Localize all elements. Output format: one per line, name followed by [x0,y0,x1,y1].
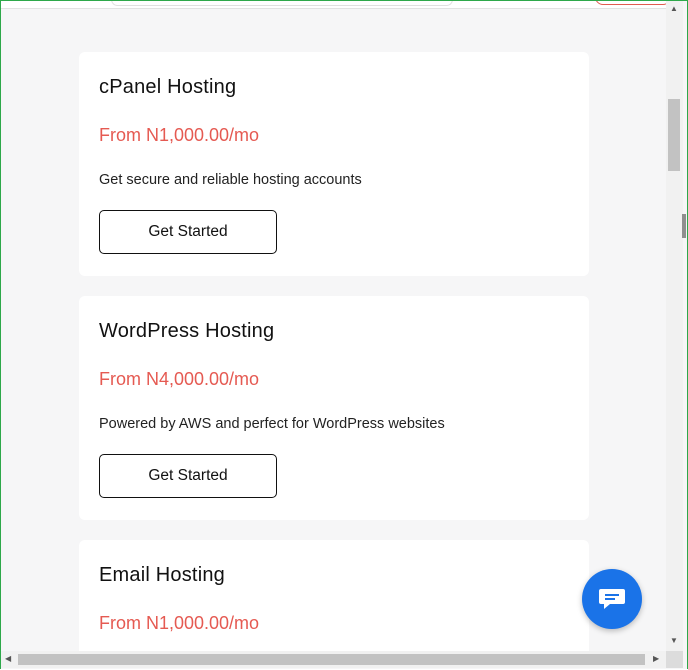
product-card-cpanel: cPanel Hosting From N1,000.00/mo Get sec… [79,52,589,276]
product-card-email: Email Hosting From N1,000.00/mo [79,540,589,651]
card-title: WordPress Hosting [99,320,275,342]
card-price: From N4,000.00/mo [99,369,260,389]
vertical-scrollbar[interactable]: ▲ ▼ [666,1,683,651]
browser-viewport: cPanel Hosting From N1,000.00/mo Get sec… [0,0,688,669]
card-price: From N1,000.00/mo [99,613,260,633]
card-description: Get secure and reliable hosting accounts [99,172,362,188]
header-action-button[interactable] [595,1,671,5]
scrollbar-corner [666,651,683,668]
product-list: cPanel Hosting From N1,000.00/mo Get sec… [1,9,666,651]
horizontal-scrollbar-thumb[interactable] [18,654,645,665]
get-started-button[interactable]: Get Started [99,210,277,254]
chat-button[interactable] [582,569,642,629]
window-edge-marker [682,214,686,238]
chat-bubble-icon [599,589,625,609]
scroll-down-arrow-icon[interactable]: ▼ [670,637,678,645]
horizontal-scrollbar[interactable]: ◀ ▶ [1,651,666,668]
header-search-input[interactable] [111,1,453,6]
scroll-right-arrow-icon[interactable]: ▶ [653,655,659,663]
card-title: cPanel Hosting [99,76,237,98]
scroll-up-arrow-icon[interactable]: ▲ [670,5,678,13]
product-card-wordpress: WordPress Hosting From N4,000.00/mo Powe… [79,296,589,520]
card-description: Powered by AWS and perfect for WordPress… [99,416,445,432]
scroll-left-arrow-icon[interactable]: ◀ [5,655,11,663]
vertical-scrollbar-thumb[interactable] [668,99,680,171]
site-header [1,1,671,9]
card-title: Email Hosting [99,564,225,586]
get-started-button[interactable]: Get Started [99,454,277,498]
card-price: From N1,000.00/mo [99,125,260,145]
